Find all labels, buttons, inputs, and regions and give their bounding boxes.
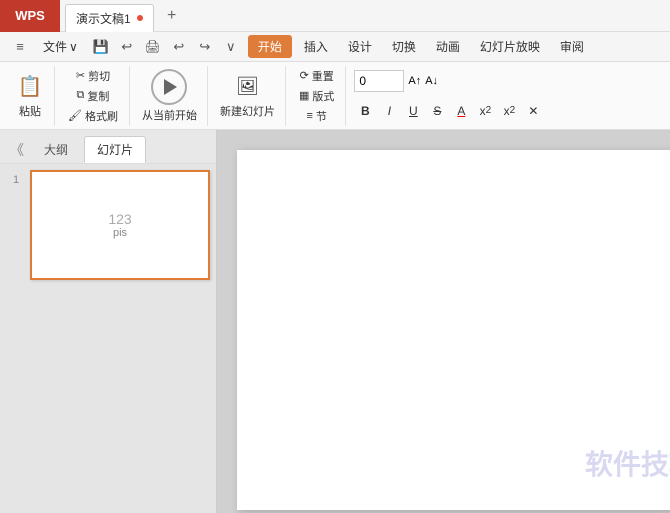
font-color-button[interactable]: A (450, 100, 472, 122)
tab-outline[interactable]: 大纲 (32, 137, 80, 162)
format-painter-button[interactable]: 🖌 格式刷 (63, 106, 123, 126)
ribbon-group-play: 从当前开始 (132, 66, 208, 126)
cut-button[interactable]: ✂ 剪切 (71, 66, 115, 86)
sidebar: 《 大纲 幻灯片 1 123 pis (0, 130, 217, 513)
reset-label: 重置 (312, 68, 334, 84)
copy-row: ⧉ 复制 (72, 86, 115, 106)
bold-button[interactable]: B (354, 100, 376, 122)
content-area: 软件技巧 (217, 130, 670, 513)
format-btn-row: B I U S A x2 x2 ✕ (354, 100, 658, 122)
new-tab-button[interactable]: + (158, 2, 186, 30)
doc-tab[interactable]: 演示文稿1 (65, 4, 154, 32)
copy-button[interactable]: ⧉ 复制 (72, 86, 115, 106)
font-size-increase-button[interactable]: A↑ (408, 75, 421, 87)
cut-copy-row: ✂ 剪切 (71, 66, 115, 86)
undo-icon[interactable]: ↩ (116, 36, 138, 58)
slide-panel[interactable]: 1 123 pis (0, 164, 216, 513)
strikethrough-button[interactable]: S (426, 100, 448, 122)
wps-logo: WPS (0, 0, 60, 32)
tab-review[interactable]: 审阅 (552, 36, 592, 57)
undo2-icon[interactable]: ↩ (168, 36, 190, 58)
format-painter-row: 🖌 格式刷 (63, 106, 123, 126)
save-icon[interactable]: 💾 (90, 36, 112, 58)
new-slide-label: 新建幻灯片 (220, 103, 275, 119)
section-row: ≡ 节 (301, 106, 331, 126)
copy-label: 复制 (87, 88, 109, 104)
new-slide-icon: 🖼 (233, 73, 261, 101)
redo-icon[interactable]: ↪ (194, 36, 216, 58)
sidebar-tabs: 《 大纲 幻灯片 (0, 130, 216, 164)
print-icon[interactable]: 🖨 (142, 36, 164, 58)
file-menu-chevron: ∨ (69, 40, 78, 54)
layout-row: ▦ 版式 (294, 86, 339, 106)
tab-animation[interactable]: 动画 (428, 36, 468, 57)
font-size-input[interactable] (354, 70, 404, 92)
watermark: 软件技巧 (585, 443, 670, 483)
clear-format-button[interactable]: ✕ (522, 100, 544, 122)
layout-label: 版式 (312, 88, 334, 104)
reset-icon: ⟳ (300, 69, 309, 82)
italic-button[interactable]: I (378, 100, 400, 122)
tab-transition[interactable]: 切换 (384, 36, 424, 57)
menu-icons: ≡ 文件 ∨ 💾 ↩ 🖨 ↩ ↪ ∨ (5, 36, 246, 58)
tab-bar: 演示文稿1 + (60, 0, 670, 32)
underline-button[interactable]: U (402, 100, 424, 122)
paste-icon: 📋 (16, 73, 44, 101)
layout-button[interactable]: ▦ 版式 (294, 86, 339, 106)
file-menu-label: 文件 (43, 38, 67, 55)
slide-preview-sub: pis (108, 227, 131, 239)
ribbon-group-font: A↑ A↓ B I U S A x2 x2 ✕ (348, 66, 664, 126)
tab-slides[interactable]: 幻灯片 (84, 136, 146, 163)
superscript-button[interactable]: x2 (474, 100, 496, 122)
tab-slideshow[interactable]: 幻灯片放映 (472, 36, 548, 57)
ribbon: 📋 粘贴 ✂ 剪切 ⧉ 复制 🖌 格式刷 从当前开始 (0, 62, 670, 130)
paste-label: 粘贴 (19, 103, 41, 119)
more-icon[interactable]: ∨ (220, 36, 242, 58)
slide-number: 1 (6, 170, 26, 280)
ribbon-group-layout: ⟳ 重置 ▦ 版式 ≡ 节 (288, 66, 346, 126)
menu-bar: ≡ 文件 ∨ 💾 ↩ 🖨 ↩ ↪ ∨ 开始 插入 设计 切换 动画 幻灯片放映 … (0, 32, 670, 62)
font-size-row: A↑ A↓ (354, 70, 658, 92)
cut-label: 剪切 (88, 68, 110, 84)
layout-icon: ▦ (299, 89, 309, 102)
main-area: 《 大纲 幻灯片 1 123 pis 软件技巧 (0, 130, 670, 513)
subscript-button[interactable]: x2 (498, 100, 520, 122)
tab-insert[interactable]: 插入 (296, 36, 336, 57)
cut-icon: ✂ (76, 69, 85, 82)
format-painter-icon: 🖌 (68, 109, 82, 122)
play-label: 从当前开始 (142, 107, 197, 123)
doc-tab-modified-dot (137, 15, 143, 21)
reset-row: ⟳ 重置 (295, 66, 339, 86)
copy-icon: ⧉ (77, 89, 85, 102)
hamburger-menu-icon[interactable]: ≡ (9, 36, 31, 58)
doc-tab-label: 演示文稿1 (76, 10, 131, 27)
section-label: 节 (316, 108, 327, 124)
slide-preview-number: 123 (108, 211, 131, 227)
play-icon (151, 69, 187, 105)
ribbon-group-paste: 📋 粘贴 (6, 66, 55, 126)
tab-home[interactable]: 开始 (248, 35, 292, 58)
slide-content-preview: 123 pis (108, 211, 131, 239)
play-from-current-button[interactable]: 从当前开始 (138, 67, 201, 125)
section-button[interactable]: ≡ 节 (301, 106, 331, 126)
slide-thumbnail[interactable]: 123 pis (30, 170, 210, 280)
ribbon-group-clipboard: ✂ 剪切 ⧉ 复制 🖌 格式刷 (57, 66, 130, 126)
format-painter-label: 格式刷 (85, 108, 118, 124)
ribbon-group-new-slide: 🖼 新建幻灯片 (210, 66, 286, 126)
nav-tabs: 开始 插入 设计 切换 动画 幻灯片放映 审阅 (248, 35, 665, 58)
section-icon: ≡ (306, 110, 312, 122)
tab-design[interactable]: 设计 (340, 36, 380, 57)
font-size-decrease-button[interactable]: A↓ (425, 75, 438, 87)
file-menu-item[interactable]: 文件 ∨ (35, 36, 86, 57)
reset-button[interactable]: ⟳ 重置 (295, 66, 339, 86)
title-bar: WPS 演示文稿1 + (0, 0, 670, 32)
collapse-button[interactable]: 《 (6, 140, 28, 160)
new-slide-button[interactable]: 🖼 新建幻灯片 (216, 71, 279, 121)
paste-button[interactable]: 📋 粘贴 (12, 71, 48, 121)
slide-thumbnail-wrap: 1 123 pis (6, 170, 210, 280)
